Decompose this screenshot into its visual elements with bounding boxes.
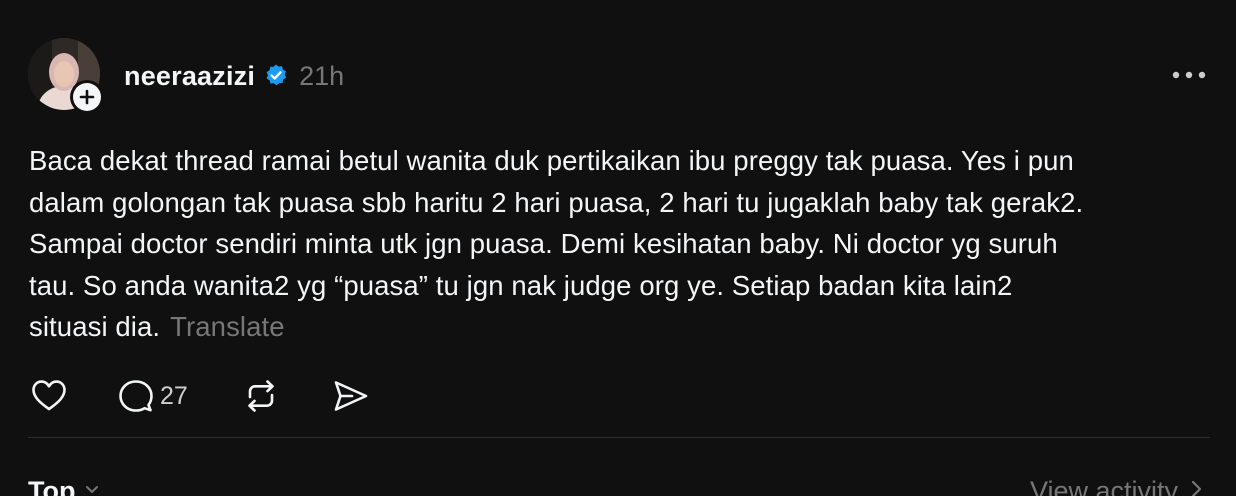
plus-icon: [73, 83, 101, 111]
heart-icon: [30, 378, 68, 414]
repost-icon: [242, 377, 280, 415]
comment-icon: [118, 378, 154, 414]
post-line-last: situasi dia. Translate: [29, 306, 1214, 348]
post-timestamp: 21h: [299, 60, 345, 91]
username[interactable]: neeraazizi: [124, 61, 255, 92]
follow-button[interactable]: [70, 80, 104, 114]
reply-button[interactable]: 27: [118, 376, 242, 416]
post-line: dalam golongan tak puasa sbb haritu 2 ha…: [29, 186, 1084, 218]
repost-button[interactable]: [242, 376, 332, 416]
like-button[interactable]: [30, 376, 118, 416]
send-icon: [332, 378, 370, 414]
post-line: situasi dia.: [29, 311, 161, 342]
translate-link[interactable]: Translate: [170, 311, 285, 342]
post-line: Baca dekat thread ramai betul wanita duk…: [29, 145, 1074, 176]
post-line: Sampai doctor sendiri minta utk jgn puas…: [29, 228, 1058, 259]
verified-badge-icon: [263, 63, 289, 89]
post-actions: 27: [30, 376, 392, 416]
post-line: tau. So anda wanita2 yg “puasa” tu jgn n…: [29, 269, 1013, 301]
sort-label: Top: [28, 476, 76, 496]
avatar-container: [28, 38, 104, 114]
view-activity-link[interactable]: View activity: [1030, 476, 1204, 496]
sort-selector[interactable]: Top: [28, 476, 101, 496]
share-button[interactable]: [332, 376, 392, 416]
view-activity-label: View activity: [1029, 476, 1178, 496]
reply-count: 27: [160, 381, 188, 410]
chevron-down-icon: [83, 480, 101, 496]
more-horizontal-icon[interactable]: [1170, 62, 1210, 88]
thread-post: neeraazizi 21h Baca dekat thread ramai b…: [0, 0, 1236, 496]
post-header: neeraazizi 21h: [124, 58, 344, 94]
divider: [28, 437, 1210, 438]
chevron-right-icon: [1188, 478, 1204, 496]
post-body: Baca dekat thread ramai betul wanita duk…: [29, 140, 1214, 348]
